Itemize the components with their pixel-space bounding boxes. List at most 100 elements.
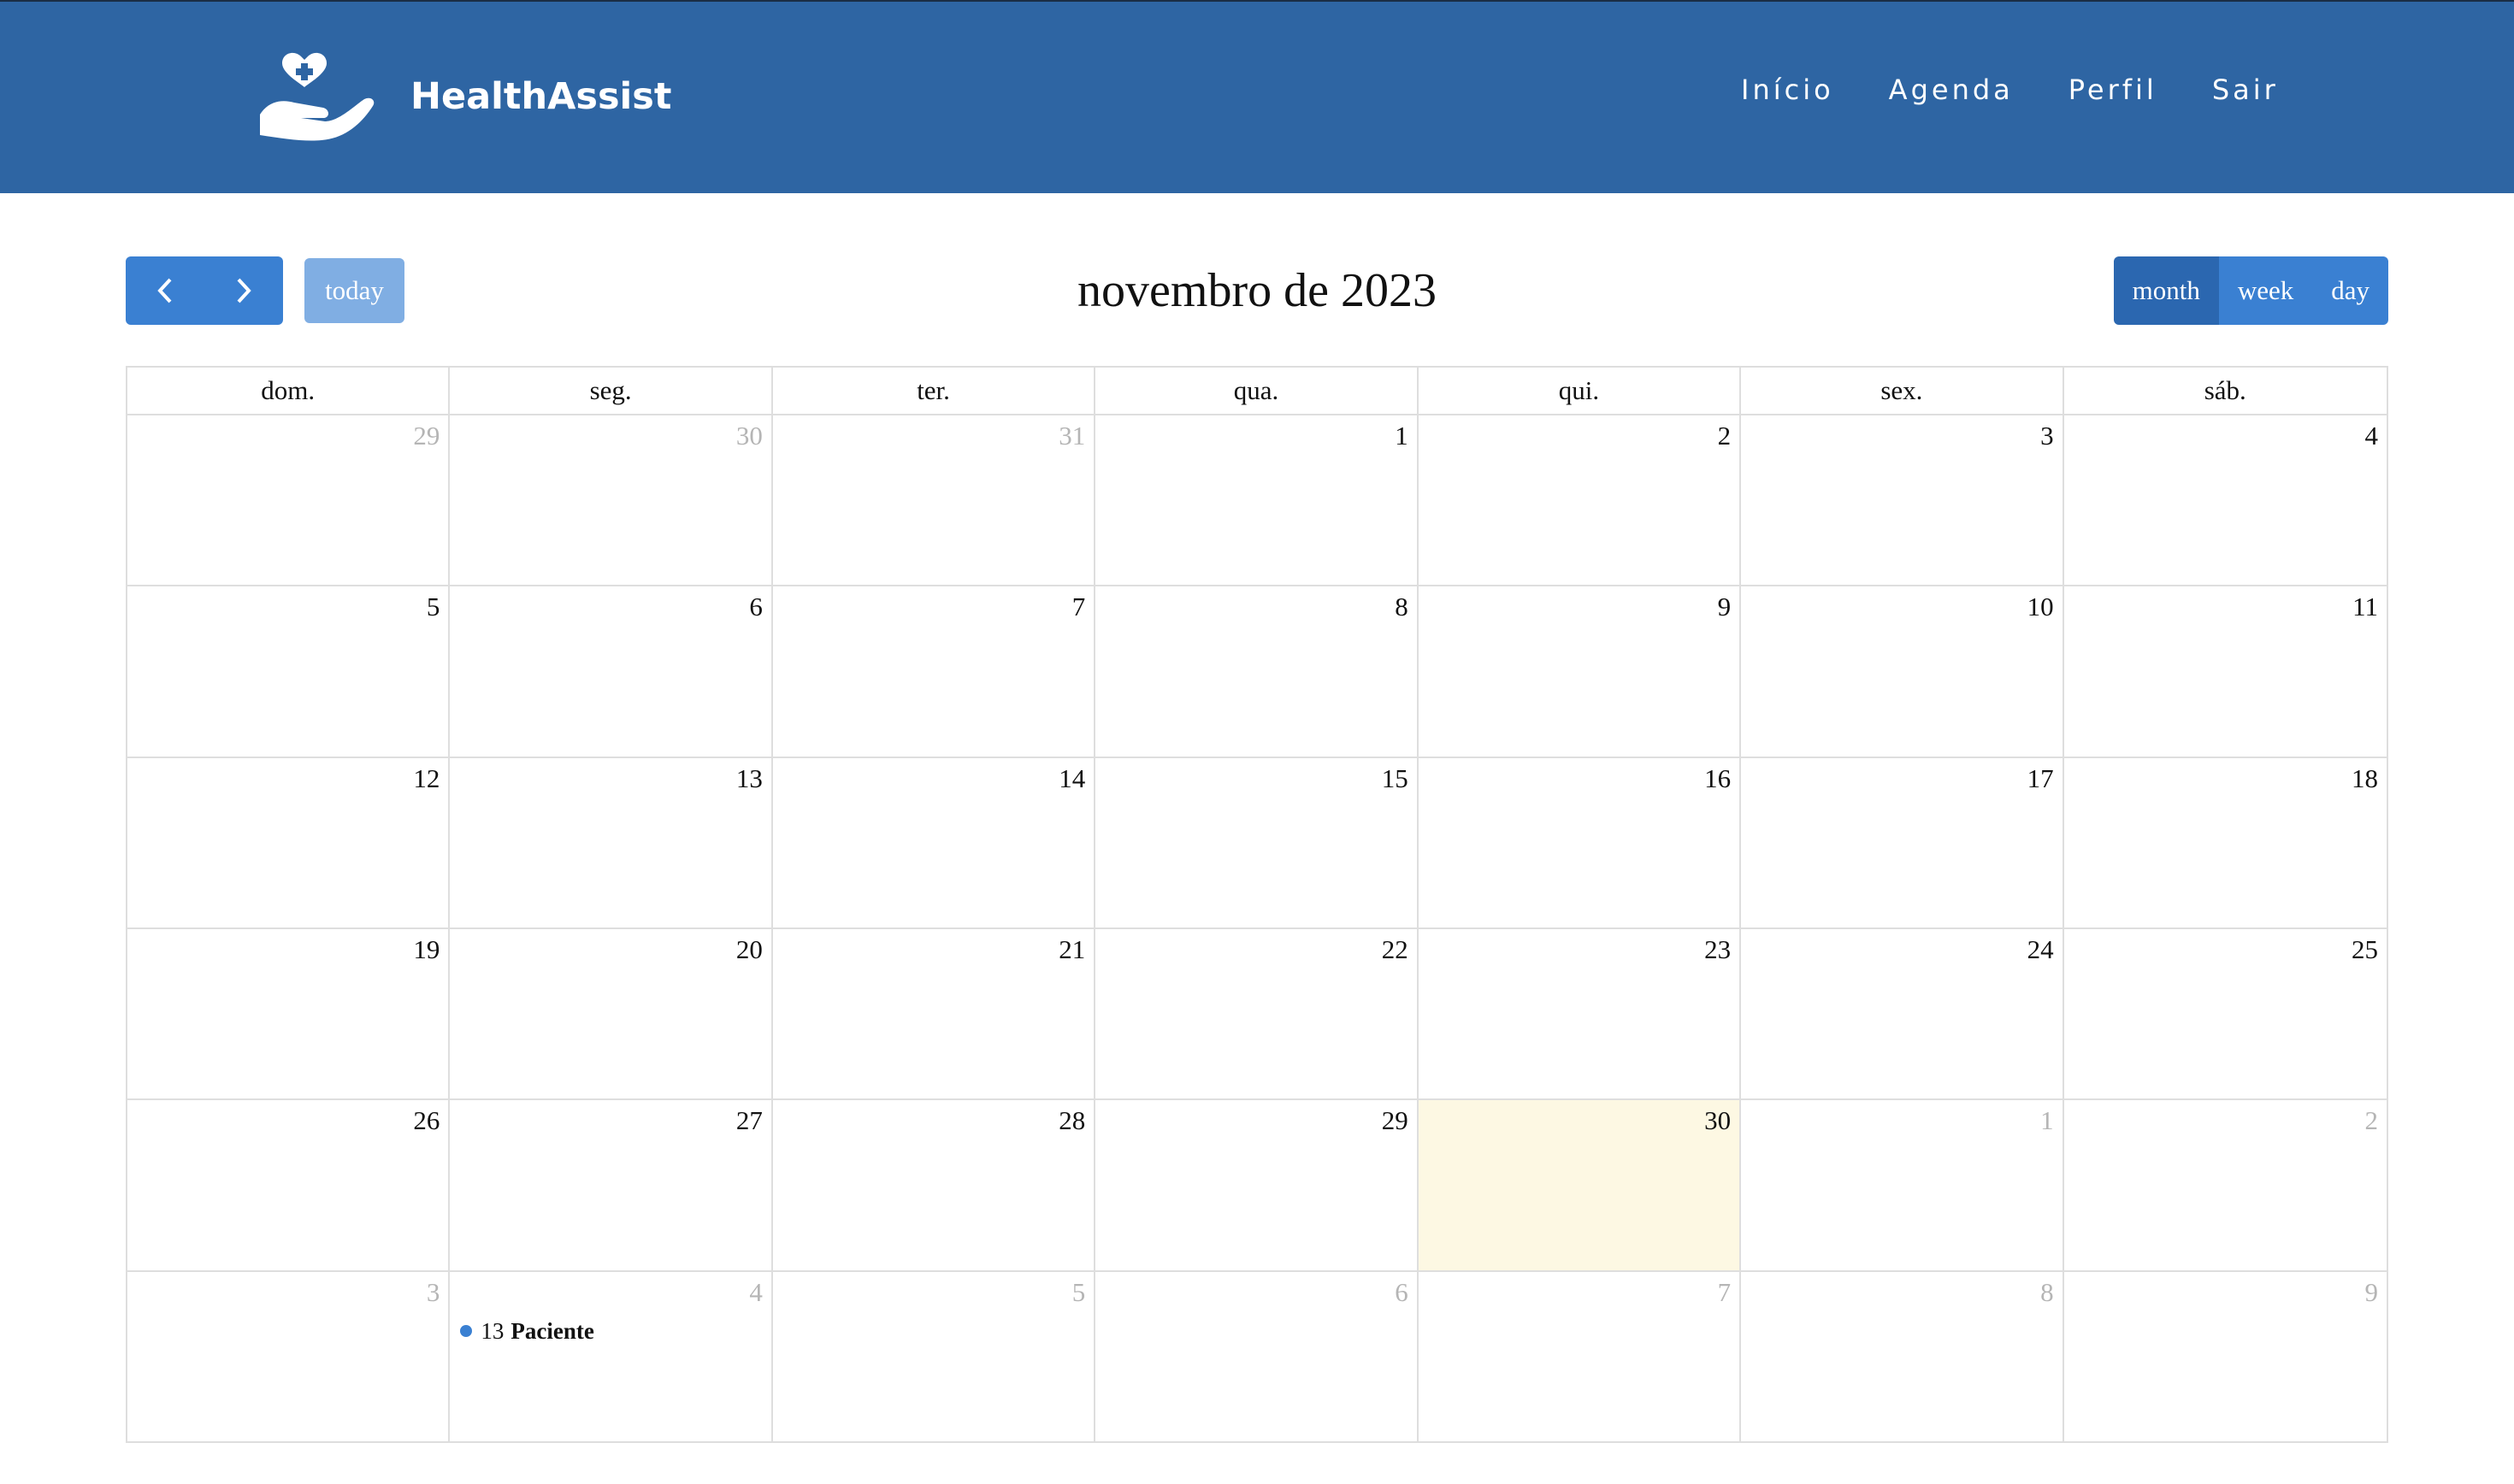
- day-number[interactable]: 29: [1382, 1105, 1408, 1136]
- calendar-event[interactable]: 13 Paciente: [460, 1318, 594, 1345]
- nav-link-agenda[interactable]: Agenda: [1889, 74, 2014, 106]
- day-number[interactable]: 10: [2027, 592, 2054, 622]
- day-number[interactable]: 9: [2364, 1277, 2378, 1308]
- day-cell[interactable]: 1: [1741, 1100, 2064, 1270]
- day-number[interactable]: 30: [736, 421, 763, 451]
- day-number[interactable]: 21: [1059, 934, 1085, 965]
- day-number[interactable]: 25: [2352, 934, 2378, 965]
- day-number[interactable]: 15: [1382, 763, 1408, 794]
- day-cell[interactable]: 30: [450, 415, 773, 586]
- day-number[interactable]: 6: [749, 592, 763, 622]
- day-number[interactable]: 8: [2040, 1277, 2054, 1308]
- day-number[interactable]: 1: [2040, 1105, 2054, 1136]
- day-cell[interactable]: 29: [127, 415, 451, 586]
- day-cell[interactable]: 8: [1741, 1271, 2064, 1443]
- day-number[interactable]: 29: [413, 421, 440, 451]
- day-number[interactable]: 31: [1059, 421, 1085, 451]
- day-number[interactable]: 7: [1718, 1277, 1732, 1308]
- day-cell[interactable]: 14: [773, 757, 1096, 928]
- day-number[interactable]: 18: [2352, 763, 2378, 794]
- day-number[interactable]: 6: [1395, 1277, 1408, 1308]
- day-number[interactable]: 23: [1704, 934, 1731, 965]
- day-cell[interactable]: 25: [2064, 929, 2387, 1098]
- day-number[interactable]: 24: [2027, 934, 2054, 965]
- day-number[interactable]: 12: [413, 763, 440, 794]
- day-number[interactable]: 5: [427, 592, 440, 622]
- day-cell[interactable]: 13: [450, 757, 773, 928]
- day-number[interactable]: 2: [2364, 1105, 2378, 1136]
- day-cell[interactable]: 16: [1419, 757, 1742, 928]
- day-cell[interactable]: 29: [1095, 1100, 1419, 1270]
- day-number[interactable]: 9: [1718, 592, 1732, 622]
- day-number[interactable]: 4: [2364, 421, 2378, 451]
- day-cell[interactable]: 26: [127, 1100, 451, 1270]
- nav-link-sair[interactable]: Sair: [2212, 74, 2279, 106]
- day-number[interactable]: 3: [2040, 421, 2054, 451]
- day-cell[interactable]: 21: [773, 928, 1096, 1099]
- day-cell[interactable]: 9: [1419, 586, 1742, 757]
- day-cell[interactable]: 3: [1741, 415, 2064, 586]
- day-number[interactable]: 28: [1059, 1105, 1085, 1136]
- calendar-toolbar: novembro de 2023 today month week day: [126, 256, 2388, 325]
- day-cell[interactable]: 19: [127, 928, 451, 1099]
- day-cell[interactable]: 10: [1741, 586, 2064, 757]
- day-number[interactable]: 5: [1072, 1277, 1086, 1308]
- day-number[interactable]: 3: [427, 1277, 440, 1308]
- brand[interactable]: HealthAssist: [257, 50, 671, 144]
- day-cell[interactable]: 20: [450, 928, 773, 1099]
- day-cell[interactable]: 6: [450, 586, 773, 757]
- view-day-button[interactable]: day: [2312, 256, 2388, 325]
- day-cell[interactable]: 23: [1419, 928, 1742, 1099]
- day-cell[interactable]: 5: [127, 586, 451, 757]
- day-cell[interactable]: 2: [1419, 415, 1742, 586]
- day-number[interactable]: 26: [413, 1105, 440, 1136]
- day-cell[interactable]: 1: [1095, 415, 1419, 586]
- day-cell[interactable]: 15: [1095, 757, 1419, 928]
- next-button[interactable]: [204, 256, 283, 325]
- day-number[interactable]: 7: [1072, 592, 1086, 622]
- day-cell[interactable]: 11: [2064, 586, 2387, 756]
- day-number[interactable]: 19: [413, 934, 440, 965]
- day-cell[interactable]: 22: [1095, 928, 1419, 1099]
- day-cell-today[interactable]: 30: [1418, 1100, 1742, 1270]
- day-cell[interactable]: 18: [2064, 758, 2387, 928]
- day-cell[interactable]: 24: [1741, 928, 2064, 1099]
- day-cell[interactable]: 7: [773, 586, 1096, 757]
- day-number[interactable]: 1: [1395, 421, 1408, 451]
- day-number[interactable]: 8: [1395, 592, 1408, 622]
- today-button[interactable]: today: [304, 258, 404, 323]
- day-cell[interactable]: 9: [2064, 1272, 2387, 1443]
- day-cell[interactable]: 31: [773, 415, 1096, 586]
- day-number[interactable]: 27: [736, 1105, 763, 1136]
- day-cell[interactable]: 4 13 Paciente: [450, 1271, 773, 1443]
- prev-next-group: [126, 256, 283, 325]
- view-week-button[interactable]: week: [2218, 256, 2313, 325]
- nav-link-perfil[interactable]: Perfil: [2068, 74, 2157, 106]
- day-cell[interactable]: 12: [127, 757, 451, 928]
- day-cell[interactable]: 8: [1095, 586, 1419, 757]
- day-cell[interactable]: 27: [450, 1100, 773, 1270]
- day-number[interactable]: 4: [749, 1277, 763, 1308]
- weekday-header-cell: ter.: [773, 368, 1096, 414]
- day-number[interactable]: 2: [1718, 421, 1732, 451]
- day-number[interactable]: 16: [1704, 763, 1731, 794]
- nav-link-inicio[interactable]: Início: [1741, 74, 1834, 106]
- day-number[interactable]: 14: [1059, 763, 1085, 794]
- day-number[interactable]: 11: [2352, 592, 2378, 622]
- day-cell[interactable]: 2: [2064, 1100, 2387, 1269]
- prev-button[interactable]: [126, 256, 204, 325]
- day-number[interactable]: 13: [736, 763, 763, 794]
- day-cell[interactable]: 5: [773, 1271, 1096, 1443]
- day-number[interactable]: 17: [2027, 763, 2054, 794]
- view-month-button[interactable]: month: [2113, 256, 2219, 325]
- day-number[interactable]: 22: [1382, 934, 1408, 965]
- day-cell[interactable]: 3: [127, 1271, 451, 1443]
- day-cell[interactable]: 28: [773, 1100, 1096, 1270]
- weekday-header-cell: sáb.: [2204, 375, 2246, 405]
- day-cell[interactable]: 6: [1095, 1271, 1419, 1443]
- day-number[interactable]: 30: [1704, 1105, 1731, 1136]
- day-cell[interactable]: 7: [1419, 1271, 1742, 1443]
- day-cell[interactable]: 4: [2064, 415, 2387, 585]
- day-cell[interactable]: 17: [1741, 757, 2064, 928]
- day-number[interactable]: 20: [736, 934, 763, 965]
